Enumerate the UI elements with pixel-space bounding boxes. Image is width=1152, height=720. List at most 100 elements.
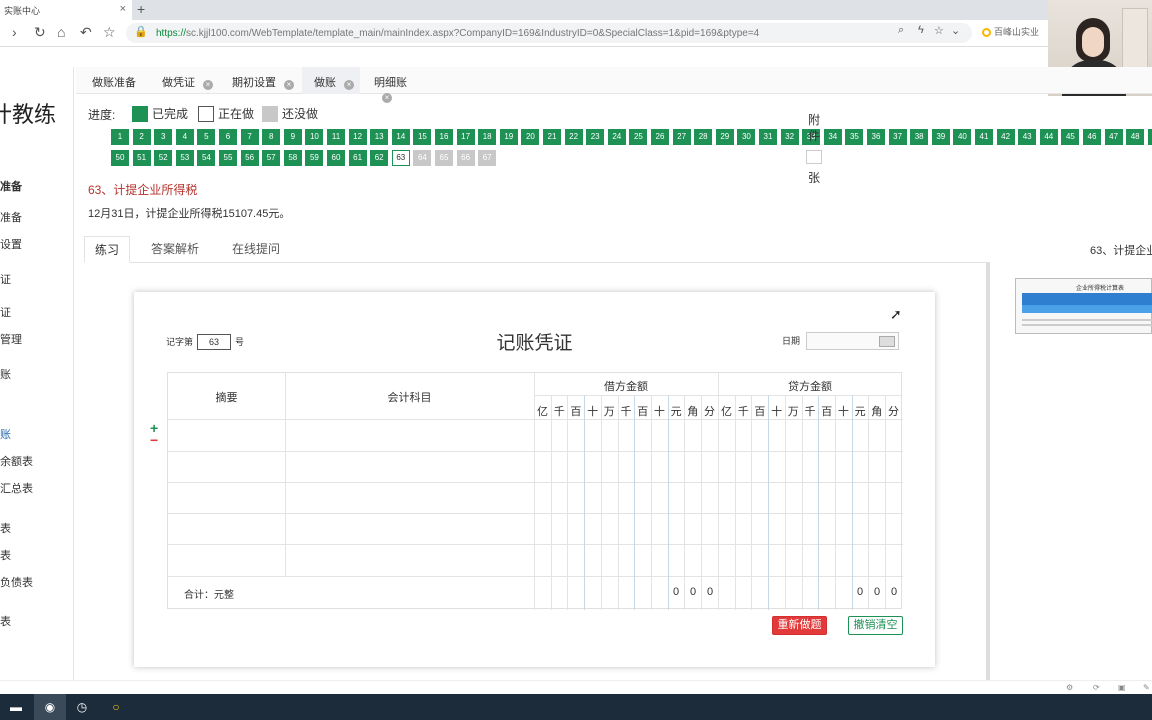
- question-cell[interactable]: 41: [975, 129, 993, 145]
- question-cell[interactable]: 58: [283, 150, 302, 166]
- close-tab-icon[interactable]: ×: [203, 80, 213, 90]
- question-cell[interactable]: 55: [219, 150, 237, 166]
- question-cell[interactable]: 47: [1104, 129, 1123, 145]
- question-cell[interactable]: 34: [823, 129, 842, 145]
- question-cell[interactable]: 8: [262, 129, 281, 145]
- question-cell[interactable]: 25: [629, 129, 648, 145]
- question-cell[interactable]: 45: [1061, 129, 1080, 145]
- forward-icon[interactable]: ›: [12, 24, 17, 40]
- page-tab[interactable]: 明细账 ×: [362, 67, 424, 103]
- question-cell[interactable]: 5: [197, 129, 216, 145]
- question-cell[interactable]: 46: [1083, 129, 1101, 145]
- sidebar-item[interactable]: 准备: [0, 178, 22, 194]
- sidebar-item[interactable]: 证: [0, 304, 11, 320]
- question-cell[interactable]: 50: [111, 150, 129, 166]
- question-cell[interactable]: 1: [111, 129, 129, 145]
- question-cell[interactable]: 29: [715, 129, 734, 145]
- new-tab-button[interactable]: +: [137, 1, 145, 17]
- close-tab-icon[interactable]: ×: [344, 80, 354, 90]
- question-cell[interactable]: 52: [154, 150, 173, 166]
- sidebar-item[interactable]: 证: [0, 271, 11, 287]
- question-cell[interactable]: 31: [759, 129, 777, 145]
- chevron-down-icon[interactable]: ⌄: [951, 24, 960, 37]
- question-cell[interactable]: 16: [435, 129, 453, 145]
- question-cell[interactable]: 53: [175, 150, 194, 166]
- question-cell[interactable]: 64: [413, 150, 432, 166]
- question-cell[interactable]: 3: [154, 129, 173, 145]
- bookmark-star-icon[interactable]: ☆: [934, 24, 944, 37]
- status-icon[interactable]: ✎: [1143, 683, 1150, 692]
- sidebar-item[interactable]: 负债表: [0, 574, 33, 590]
- question-cell[interactable]: 35: [845, 129, 864, 145]
- question-cell[interactable]: 23: [586, 129, 605, 145]
- sidebar-item[interactable]: 表: [0, 520, 11, 536]
- question-cell[interactable]: 40: [953, 129, 972, 145]
- question-cell[interactable]: 7: [240, 129, 259, 145]
- question-cell[interactable]: 56: [240, 150, 259, 166]
- question-cell[interactable]: 61: [348, 150, 367, 166]
- sidebar-item[interactable]: 账: [0, 366, 11, 382]
- remove-row-button[interactable]: −: [150, 432, 158, 448]
- status-icon[interactable]: ⚙: [1066, 683, 1073, 692]
- question-cell[interactable]: 17: [456, 129, 475, 145]
- star-icon[interactable]: ☆: [103, 24, 116, 41]
- app-circle-icon[interactable]: ○: [100, 694, 132, 720]
- reload-icon[interactable]: ↻: [34, 24, 46, 41]
- sidebar-item[interactable]: 表: [0, 547, 11, 563]
- question-cell[interactable]: 43: [1018, 129, 1037, 145]
- sidebar-item[interactable]: 设置: [0, 236, 22, 252]
- question-cell[interactable]: 51: [132, 150, 151, 166]
- page-tab[interactable]: 做凭证 ×: [150, 67, 218, 94]
- page-tab[interactable]: 期初设置 ×: [220, 67, 300, 94]
- question-cell[interactable]: 49: [1147, 129, 1152, 145]
- question-cell[interactable]: 2: [132, 129, 151, 145]
- question-cell[interactable]: 63: [391, 150, 410, 166]
- clock-app-icon[interactable]: ◷: [66, 694, 98, 720]
- question-cell[interactable]: 22: [564, 129, 583, 145]
- page-tab[interactable]: 做账准备: [80, 67, 148, 94]
- home-icon[interactable]: ⌂: [57, 24, 65, 40]
- sidebar-item[interactable]: 管理: [0, 331, 22, 347]
- question-cell[interactable]: 12: [348, 129, 367, 145]
- sidebar-item[interactable]: 准备: [0, 209, 22, 225]
- browser-tab[interactable]: 实账中心 ×: [0, 0, 132, 20]
- question-cell[interactable]: 59: [305, 150, 324, 166]
- question-cell[interactable]: 48: [1126, 129, 1145, 145]
- undo-icon[interactable]: ↶: [80, 24, 92, 41]
- question-cell[interactable]: 36: [867, 129, 885, 145]
- status-icon[interactable]: ⟳: [1093, 683, 1100, 692]
- question-cell[interactable]: 15: [413, 129, 432, 145]
- extension-button[interactable]: 百峰山实业: [982, 25, 1039, 38]
- question-cell[interactable]: 27: [672, 129, 691, 145]
- question-cell[interactable]: 60: [327, 150, 345, 166]
- sidebar-item[interactable]: 表: [0, 613, 11, 629]
- question-cell[interactable]: 39: [931, 129, 950, 145]
- question-cell[interactable]: 57: [262, 150, 281, 166]
- address-bar[interactable]: 🔒 https://sc.kjjl100.com/WebTemplate/tem…: [126, 23, 972, 43]
- date-field[interactable]: [806, 332, 899, 350]
- question-cell[interactable]: 10: [305, 129, 324, 145]
- question-cell[interactable]: 42: [996, 129, 1015, 145]
- question-cell[interactable]: 9: [283, 129, 302, 145]
- zoom-icon[interactable]: ⌕: [898, 24, 904, 37]
- question-cell[interactable]: 4: [175, 129, 194, 145]
- sidebar-item[interactable]: 余额表: [0, 453, 33, 469]
- redo-question-button[interactable]: 重新做题: [772, 616, 827, 635]
- attachments-count-field[interactable]: [806, 150, 822, 164]
- question-cell[interactable]: 18: [478, 129, 497, 145]
- tab-practice[interactable]: 练习: [84, 236, 131, 263]
- question-cell[interactable]: 32: [780, 129, 799, 145]
- lightning-icon[interactable]: ϟ: [918, 24, 924, 36]
- question-cell[interactable]: 67: [478, 150, 497, 166]
- question-cell[interactable]: 14: [391, 129, 410, 145]
- close-tab-icon[interactable]: ×: [284, 80, 294, 90]
- question-cell[interactable]: 44: [1039, 129, 1058, 145]
- question-cell[interactable]: 13: [370, 129, 389, 145]
- page-tab[interactable]: 做账 ×: [302, 67, 360, 94]
- question-cell[interactable]: 19: [499, 129, 518, 145]
- question-cell[interactable]: 38: [910, 129, 929, 145]
- question-cell[interactable]: 62: [370, 150, 389, 166]
- undo-clear-button[interactable]: 撤销清空: [848, 616, 903, 635]
- question-cell[interactable]: 26: [651, 129, 669, 145]
- question-cell[interactable]: 65: [435, 150, 453, 166]
